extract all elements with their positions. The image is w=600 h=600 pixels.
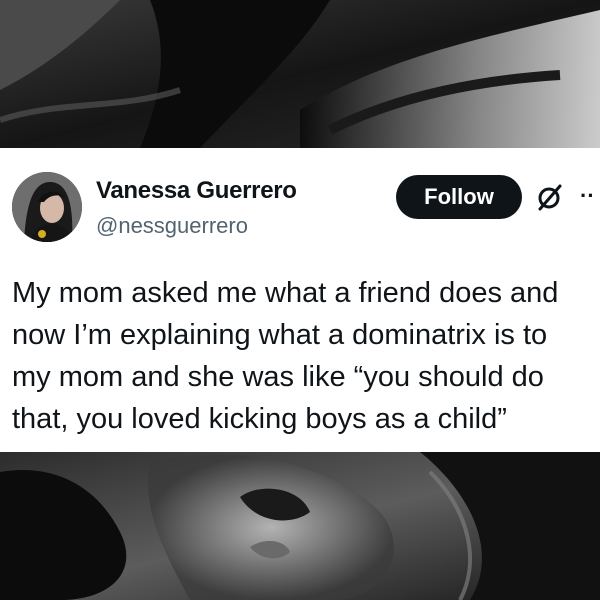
background-photo-top xyxy=(0,0,600,148)
avatar-photo xyxy=(12,172,82,242)
tweet-text: My mom asked me what a friend does and n… xyxy=(12,277,559,435)
follow-button[interactable]: Follow xyxy=(396,175,522,219)
author-handle[interactable]: @nessguerrero xyxy=(96,213,248,239)
background-photo-bottom-graphic xyxy=(0,452,600,600)
tweet-card: Vanessa Guerrero @nessguerrero Follow ··… xyxy=(0,148,600,452)
more-dots-icon[interactable]: ·· xyxy=(580,184,600,208)
author-name[interactable]: Vanessa Guerrero xyxy=(96,177,297,205)
slashed-circle-icon[interactable] xyxy=(535,182,565,212)
background-photo-top-graphic xyxy=(0,0,600,148)
avatar[interactable] xyxy=(12,172,82,242)
background-photo-bottom xyxy=(0,452,600,600)
